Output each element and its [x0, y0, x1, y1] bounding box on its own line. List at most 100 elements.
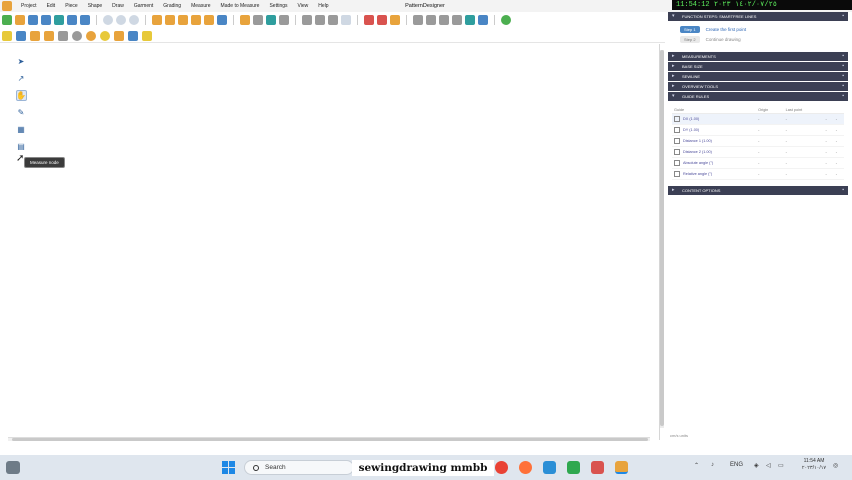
cross-icon[interactable] [128, 30, 138, 41]
table-row[interactable]: Absolute angle (°) - - - - [672, 157, 844, 169]
measure-node-icon[interactable]: ▦ [16, 124, 27, 135]
pin-icon[interactable]: ▪ [842, 82, 844, 91]
redo-icon[interactable] [80, 15, 90, 25]
patterndesigner-taskbar-icon[interactable] [615, 461, 628, 474]
rotate-icon[interactable] [72, 30, 82, 41]
table-row[interactable]: DY (1.00) - - - - [672, 124, 844, 136]
ellipse-icon[interactable] [100, 30, 110, 41]
menu-view[interactable]: View [293, 0, 314, 12]
menu-project[interactable]: Project [16, 0, 42, 12]
menu-measure[interactable]: Measure [186, 0, 215, 12]
menu-grading[interactable]: Grading [158, 0, 186, 12]
table-row[interactable]: DX (1.00) - - - - [672, 113, 844, 125]
pin-icon[interactable]: ▪ [842, 186, 844, 195]
menu-shape[interactable]: Shape [83, 0, 107, 12]
table-row[interactable]: Distance 1 (1.00) - - - - [672, 135, 844, 147]
table-row[interactable]: Relative angle (°) - - - - [672, 168, 844, 180]
eye-icon[interactable] [266, 15, 276, 25]
drawing-canvas[interactable] [0, 44, 660, 440]
network-icon[interactable]: ◈ [754, 462, 759, 469]
export-icon[interactable] [54, 15, 64, 25]
printer-icon[interactable] [439, 15, 449, 25]
pin-icon[interactable] [390, 15, 400, 25]
rectangle-icon[interactable] [16, 30, 26, 41]
hand-tool-icon[interactable]: ✋ [15, 90, 27, 101]
pin-icon[interactable]: ▪ [842, 52, 844, 61]
tool-wrench-icon[interactable] [328, 15, 338, 25]
edge-icon[interactable] [543, 461, 556, 474]
open-icon[interactable] [28, 15, 38, 25]
open-folder-icon[interactable] [15, 15, 25, 25]
menu-settings[interactable]: Settings [264, 0, 292, 12]
taskbar-clock[interactable]: 11:54 AM ٢٠٢٣/١٠/١٧ [797, 458, 831, 472]
piece-layers-icon[interactable] [178, 15, 188, 25]
piece-stack-icon[interactable] [191, 15, 201, 25]
red-app-icon[interactable] [591, 461, 604, 474]
square-icon[interactable] [114, 30, 124, 41]
pin-icon[interactable]: ▪ [842, 72, 844, 81]
play-icon[interactable] [217, 15, 227, 25]
layout-icon[interactable] [279, 15, 289, 25]
table-icon[interactable] [465, 15, 475, 25]
print-preview-icon[interactable] [413, 15, 423, 25]
start-button[interactable] [222, 461, 235, 474]
select-mode-icon[interactable] [302, 15, 312, 25]
battery-icon[interactable]: ▭ [778, 462, 784, 469]
pin-icon[interactable]: ▪ [842, 12, 844, 21]
undo-icon[interactable] [67, 15, 77, 25]
chevron-up-icon[interactable]: ⌃ [694, 462, 699, 469]
grading-icon[interactable] [240, 15, 250, 25]
curve-icon[interactable] [44, 30, 54, 41]
line-icon[interactable] [58, 30, 68, 41]
grid-icon[interactable] [253, 15, 263, 25]
zoom-in-icon[interactable] [129, 15, 139, 25]
status-icon[interactable] [501, 15, 511, 25]
zoom-icon[interactable] [103, 15, 113, 25]
menu-edit[interactable]: Edit [42, 0, 61, 12]
pen-tool-icon[interactable]: ✎ [16, 107, 27, 118]
firefox-icon[interactable] [519, 461, 532, 474]
language-indicator[interactable]: ENG [730, 462, 743, 468]
panel-header-measurements[interactable]: ▸ Measurements ▪ [668, 52, 848, 61]
piece-copy-icon[interactable] [165, 15, 175, 25]
panel-header-content-options[interactable]: ▸ Content options ▪ [668, 186, 848, 195]
green-app-icon[interactable] [567, 461, 580, 474]
chrome-icon[interactable] [495, 461, 508, 474]
menu-piece[interactable]: Piece [60, 0, 83, 12]
curve-tool-icon[interactable]: ↗ [16, 73, 27, 84]
zoom-fit-icon[interactable] [116, 15, 126, 25]
menu-help[interactable]: Help [313, 0, 333, 12]
vertical-scroll-thumb[interactable] [660, 50, 664, 426]
table-row[interactable]: Distance 2 (1.00) - - - - [672, 146, 844, 158]
taskbar-search[interactable]: Search [244, 460, 354, 475]
step-row[interactable]: Step 2 Continue drawing [680, 36, 836, 43]
cut-icon[interactable] [377, 15, 387, 25]
marker-icon[interactable] [452, 15, 462, 25]
circle-icon[interactable] [86, 30, 96, 41]
panel-header-guide-rules[interactable]: ▾ Guide rules ▪ [668, 92, 848, 101]
settings-gear-icon[interactable] [315, 15, 325, 25]
star-icon[interactable] [142, 30, 152, 41]
notch-icon[interactable] [364, 15, 374, 25]
menu-made-to-measure[interactable]: Made to Measure [216, 0, 265, 12]
notification-icon[interactable]: ◎ [833, 462, 838, 469]
plot-icon[interactable] [426, 15, 436, 25]
step-row[interactable]: Step 1 Create the first point [680, 26, 836, 33]
panel-header-function-steps[interactable]: ▾ Function steps: Smartfree lines ▪ [668, 12, 848, 21]
panel-header-base-size[interactable]: ▸ Base size ▪ [668, 62, 848, 71]
panel-header-overview-tools[interactable]: ▸ Overview tools ▪ [668, 82, 848, 91]
pin-icon[interactable]: ▪ [842, 92, 844, 101]
smart-line-icon[interactable] [2, 30, 12, 41]
microphone-icon[interactable]: ♪ [711, 462, 714, 468]
vertical-scrollbar[interactable] [660, 50, 664, 428]
menu-draw[interactable]: Draw [107, 0, 129, 12]
folder-icon[interactable]: ▤ [16, 141, 27, 152]
save-icon[interactable] [41, 15, 51, 25]
disabled-tool-icon[interactable] [341, 15, 351, 25]
polygon-icon[interactable] [30, 30, 40, 41]
menu-garment[interactable]: Garment [129, 0, 158, 12]
panel-header-sewline[interactable]: ▸ Sewline ▪ [668, 72, 848, 81]
horizontal-scroll-thumb[interactable] [12, 438, 648, 441]
speaker-icon[interactable]: ◁ [766, 462, 771, 469]
piece-move-icon[interactable] [204, 15, 214, 25]
